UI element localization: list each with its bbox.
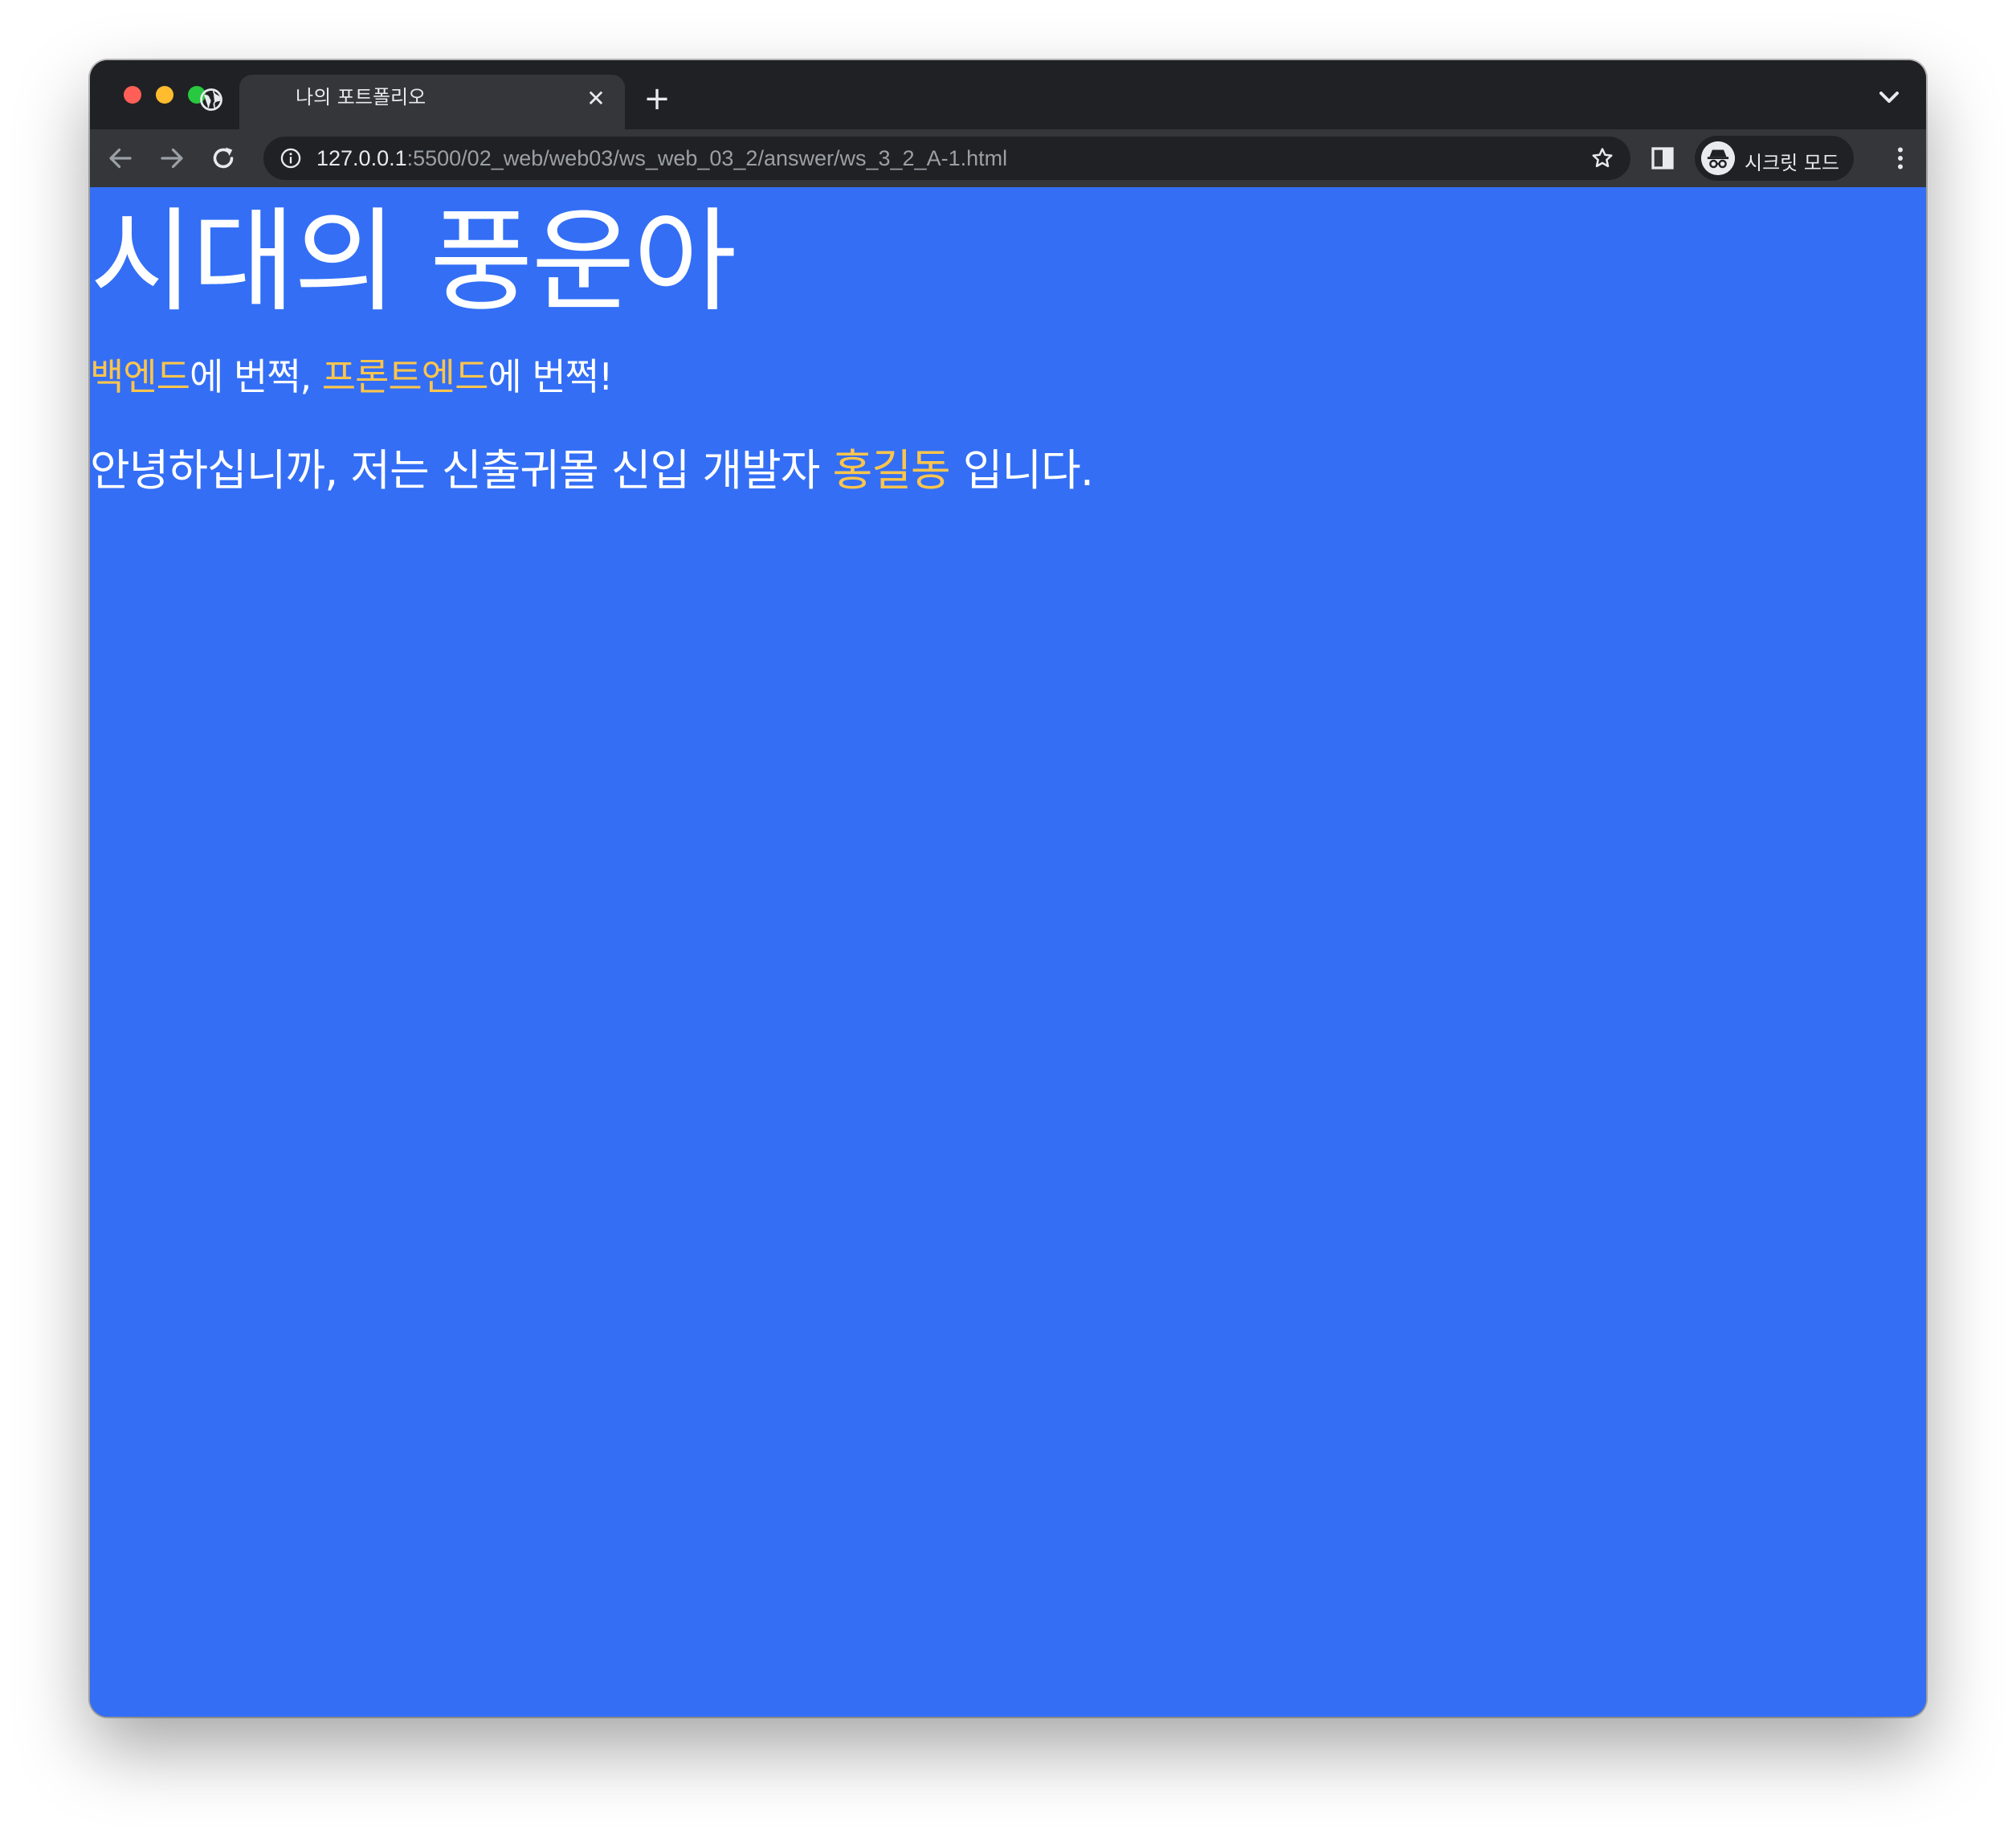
url-text[interactable]: 127.0.0.1:5500/02_web/web03/ws_web_03_2/… <box>316 146 1007 171</box>
reload-icon[interactable] <box>209 144 238 173</box>
tagline: 백엔드에 번쩍, 프론트엔드에 번쩍! <box>90 348 613 401</box>
back-arrow-icon[interactable] <box>106 144 135 173</box>
incognito-icon <box>1701 141 1735 175</box>
tab-title: 나의 포트폴리오 <box>296 86 426 108</box>
minimize-window-button[interactable] <box>156 86 173 104</box>
new-tab-button[interactable]: + <box>639 81 675 116</box>
close-window-button[interactable] <box>124 86 141 104</box>
side-panel-icon[interactable] <box>1648 144 1677 173</box>
info-icon[interactable] <box>280 147 302 170</box>
intro-text: 안녕하십니까, 저는 신출귀몰 신입 개발자 홍길동 입니다. <box>90 435 1094 498</box>
chevron-down-icon[interactable] <box>1873 81 1905 113</box>
globe-icon <box>200 88 222 111</box>
address-bar[interactable]: 127.0.0.1:5500/02_web/web03/ws_web_03_2/… <box>263 137 1630 180</box>
page-viewport: 시대의 풍운아 백엔드에 번쩍, 프론트엔드에 번쩍! 안녕하십니까, 저는 신… <box>90 187 1926 1717</box>
tagline-text-2: 에 번쩍! <box>488 355 613 398</box>
forward-arrow-icon[interactable] <box>157 144 186 173</box>
more-menu-icon[interactable] <box>1886 144 1915 173</box>
tagline-backend: 백엔드 <box>90 355 190 398</box>
incognito-profile-button[interactable]: 시크릿 모드 <box>1695 136 1854 181</box>
tab-strip: 나의 포트폴리오 ✕ + <box>90 60 1926 129</box>
browser-window: 나의 포트폴리오 ✕ + 127.0.0.1:5500/02_web/web03… <box>90 60 1926 1717</box>
url-path: :5500/02_web/web03/ws_web_03_2/answer/ws… <box>406 146 1008 170</box>
page-heading: 시대의 풍운아 <box>90 197 737 328</box>
tagline-text-1: 에 번쩍, <box>189 355 322 398</box>
intro-text-1: 안녕하십니까, 저는 신출귀몰 신입 개발자 <box>90 445 833 496</box>
developer-name: 홍길동 <box>832 445 951 496</box>
tab-close-button[interactable]: ✕ <box>582 84 610 113</box>
intro-text-2: 입니다. <box>949 445 1094 496</box>
toolbar: 127.0.0.1:5500/02_web/web03/ws_web_03_2/… <box>90 129 1926 187</box>
tagline-frontend: 프론트엔드 <box>321 355 489 398</box>
url-host: 127.0.0.1 <box>316 146 407 170</box>
bookmark-star-icon[interactable] <box>1590 146 1614 170</box>
incognito-label: 시크릿 모드 <box>1745 152 1840 174</box>
